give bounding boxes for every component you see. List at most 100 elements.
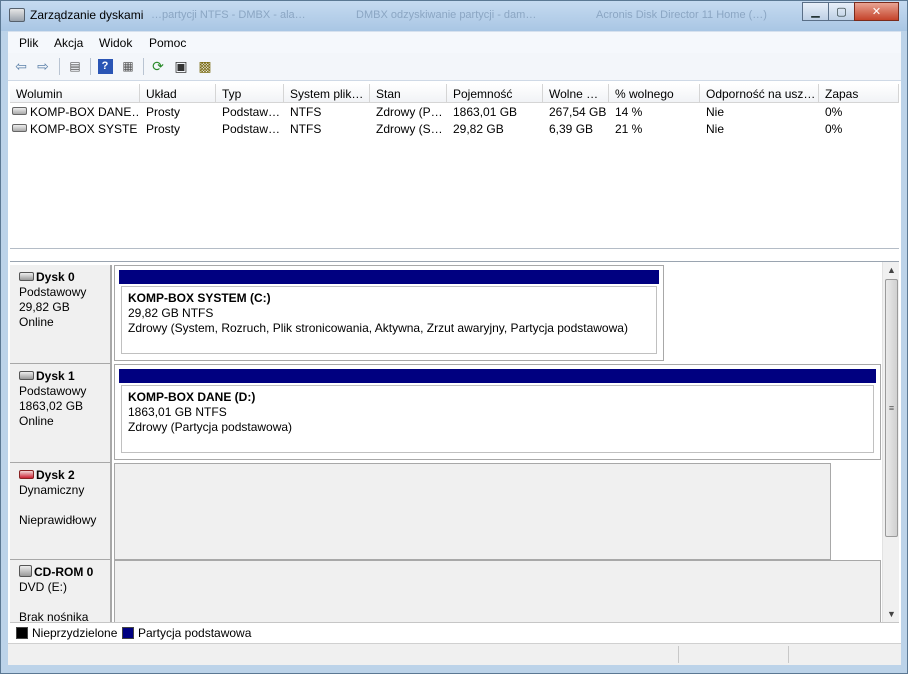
- partition-c-details: KOMP-BOX SYSTEM (C:) 29,82 GB NTFS Zdrow…: [121, 286, 657, 354]
- toolbar-separator: [59, 58, 60, 75]
- disk-1-title-line: Dysk 1: [19, 369, 110, 384]
- partition-d[interactable]: KOMP-BOX DANE (D:) 1863,01 GB NTFS Zdrow…: [114, 364, 881, 460]
- disk-1-label[interactable]: Dysk 1 Podstawowy 1863,02 GB Online: [10, 364, 112, 463]
- overhead-cell: 0%: [825, 105, 843, 119]
- column-header-wolumin[interactable]: Wolumin: [10, 84, 140, 103]
- disk-status: Online: [19, 315, 54, 329]
- scroll-up-icon[interactable]: ▲: [887, 265, 896, 275]
- volume-name: KOMP-BOX DANE…: [30, 105, 138, 119]
- content-area: Wolumin Układ Typ System plik… Stan Poje…: [8, 81, 901, 665]
- legend: Nieprzydzielone Partycja podstawowa: [10, 622, 899, 643]
- status-divider: [678, 646, 679, 663]
- layout-cell: Prosty: [146, 105, 181, 119]
- volume-list: Wolumin Układ Typ System plik… Stan Poje…: [10, 84, 899, 249]
- table-row[interactable]: KOMP-BOX DANE… Prosty Podstaw… NTFS Zdro…: [10, 104, 899, 121]
- disk-name: Dysk 2: [36, 468, 75, 482]
- primary-partition-bar: [119, 369, 876, 383]
- disk-type: Dynamiczny: [19, 483, 85, 497]
- column-header-zapas[interactable]: Zapas: [819, 84, 899, 103]
- column-header-uklad[interactable]: Układ: [140, 84, 216, 103]
- maximize-icon: ▢: [836, 6, 847, 18]
- percent-free-cell: 14 %: [615, 105, 643, 119]
- volume-name-cell: KOMP-BOX DANE…: [12, 105, 138, 119]
- close-icon: ✕: [871, 6, 882, 18]
- menu-akcja[interactable]: Akcja: [54, 36, 83, 50]
- properties-view-icon[interactable]: ▦: [119, 57, 137, 75]
- partition-filesystem: 29,82 GB NTFS: [128, 306, 214, 320]
- cdrom-0-area[interactable]: [114, 560, 881, 623]
- minimize-button[interactable]: ▁: [802, 2, 829, 21]
- cdrom-0-label[interactable]: CD-ROM 0 DVD (E:) Brak nośnika: [10, 560, 112, 624]
- title-bar[interactable]: Zarządzanie dyskami …partycji NTFS - DMB…: [1, 1, 907, 31]
- cdrom-icon: [19, 565, 32, 577]
- background-window-title: Acronis Disk Director 11 Home (…): [596, 9, 767, 21]
- free-space-cell: 6,39 GB: [549, 122, 594, 136]
- app-window: Zarządzanie dyskami …partycji NTFS - DMB…: [0, 0, 908, 674]
- disk-size: 1863,02 GB: [19, 399, 84, 413]
- column-header-system-plikow[interactable]: System plik…: [284, 84, 370, 103]
- help-icon[interactable]: ?: [96, 57, 114, 75]
- disk-type: DVD (E:): [19, 580, 67, 594]
- scrollbar-thumb[interactable]: ≡: [885, 279, 898, 537]
- type-cell: Podstaw…: [222, 122, 281, 136]
- column-header-stan[interactable]: Stan: [370, 84, 447, 103]
- window-title: Zarządzanie dyskami: [30, 8, 144, 22]
- disk-icon: [19, 371, 34, 380]
- grip-icon: ≡: [888, 403, 895, 413]
- column-header-odpornosc[interactable]: Odporność na usz…: [700, 84, 819, 103]
- menu-pomoc[interactable]: Pomoc: [149, 36, 186, 50]
- volume-list-header: Wolumin Układ Typ System plik… Stan Poje…: [10, 84, 899, 103]
- status-bar: [8, 643, 901, 665]
- vertical-scrollbar[interactable]: ▲ ≡ ▼: [882, 262, 899, 623]
- menu-widok[interactable]: Widok: [99, 36, 132, 50]
- disk-name: Dysk 0: [36, 270, 75, 284]
- maximize-button[interactable]: ▢: [828, 2, 855, 21]
- volume-icon: [12, 107, 27, 115]
- menu-plik[interactable]: Plik: [19, 36, 38, 50]
- cdrom-title-line: CD-ROM 0: [19, 565, 110, 580]
- column-header-pojemnosc[interactable]: Pojemność: [447, 84, 543, 103]
- column-header-wolne[interactable]: Wolne …: [543, 84, 609, 103]
- capacity-cell: 29,82 GB: [453, 122, 504, 136]
- overhead-cell: 0%: [825, 122, 843, 136]
- fault-tolerance-cell: Nie: [706, 105, 725, 119]
- volume-name-cell: KOMP-BOX SYSTE…: [12, 122, 138, 136]
- back-arrow-icon[interactable]: ⇦: [12, 57, 30, 75]
- legend-swatch-primary: [122, 627, 134, 639]
- menu-bar: Plik Akcja Widok Pomoc: [8, 31, 901, 53]
- column-header-typ[interactable]: Typ: [216, 84, 284, 103]
- partition-health: Zdrowy (Partycja podstawowa): [128, 420, 293, 434]
- console-tree-icon[interactable]: ▤: [66, 57, 84, 75]
- disk-type: Podstawowy: [19, 384, 87, 398]
- disk-management-icon: [9, 8, 25, 22]
- percent-free-cell: 21 %: [615, 122, 643, 136]
- partition-c[interactable]: KOMP-BOX SYSTEM (C:) 29,82 GB NTFS Zdrow…: [114, 265, 664, 361]
- table-row[interactable]: KOMP-BOX SYSTE… Prosty Podstaw… NTFS Zdr…: [10, 121, 899, 138]
- close-button[interactable]: ✕: [854, 2, 899, 21]
- minimize-icon: ▁: [811, 6, 820, 18]
- disk-name: Dysk 1: [36, 369, 75, 383]
- background-window-title: DMBX odzyskiwanie partycji - dam…: [356, 9, 537, 21]
- disk-name: CD-ROM 0: [34, 565, 94, 579]
- forward-arrow-icon[interactable]: ⇨: [34, 57, 52, 75]
- refresh-icon[interactable]: ⟳: [149, 57, 167, 75]
- legend-label-primary: Partycja podstawowa: [138, 626, 252, 640]
- primary-partition-bar: [119, 270, 659, 284]
- column-header-procent-wolnego[interactable]: % wolnego: [609, 84, 700, 103]
- partition-d-details: KOMP-BOX DANE (D:) 1863,01 GB NTFS Zdrow…: [121, 385, 874, 453]
- properties-icon[interactable]: ▣: [172, 57, 190, 75]
- disk-0-label[interactable]: Dysk 0 Podstawowy 29,82 GB Online: [10, 265, 112, 364]
- settings-icon[interactable]: ▩: [196, 57, 214, 75]
- disk-2-area[interactable]: [114, 463, 831, 560]
- layout-cell: Prosty: [146, 122, 181, 136]
- volume-icon: [12, 124, 27, 132]
- disk-status: Nieprawidłowy: [19, 513, 97, 527]
- status-divider: [788, 646, 789, 663]
- scroll-down-icon[interactable]: ▼: [887, 609, 896, 619]
- volume-name: KOMP-BOX SYSTE…: [30, 122, 138, 136]
- disk-2-label[interactable]: Dysk 2 Dynamiczny Nieprawidłowy: [10, 463, 112, 560]
- partition-health: Zdrowy (System, Rozruch, Plik stronicowa…: [128, 321, 628, 335]
- partition-filesystem: 1863,01 GB NTFS: [128, 405, 227, 419]
